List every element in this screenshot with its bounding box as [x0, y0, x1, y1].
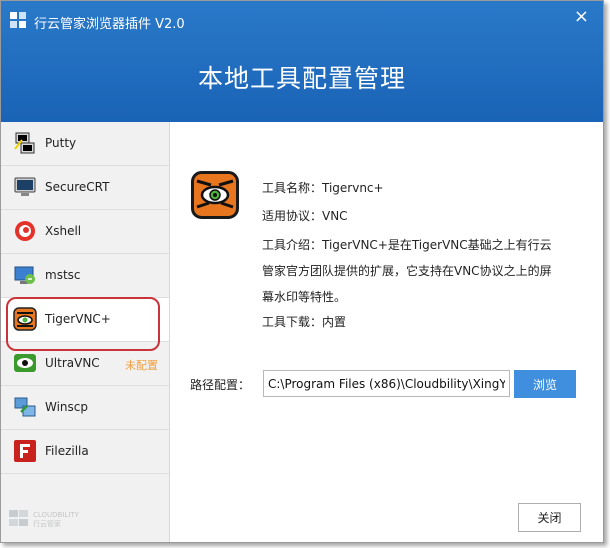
sidebar-item-label: Putty [45, 136, 77, 150]
sidebar-item-mstsc[interactable]: mstsc [1, 254, 169, 298]
filezilla-icon [14, 440, 36, 462]
app-logo-icon [10, 12, 26, 28]
sidebar-item-label: Filezilla [45, 444, 89, 458]
sidebar-item-label: SecureCRT [45, 180, 110, 194]
svg-text:行云管家: 行云管家 [33, 519, 61, 528]
status-badge: 未配置 [125, 359, 158, 372]
sidebar-item-winscp[interactable]: Winscp [1, 386, 169, 430]
close-icon[interactable]: × [574, 6, 589, 27]
svg-text:CLOUDBILITY: CLOUDBILITY [33, 511, 80, 519]
sidebar-item-filezilla[interactable]: Filezilla [1, 430, 169, 474]
tigervnc-large-icon [191, 171, 239, 219]
tool-name: 工具名称：Tigervnc+ [262, 181, 384, 195]
sidebar-item-putty[interactable]: Putty [1, 122, 169, 166]
cloudbility-logo-icon: CLOUDBILITY 行云管家 [9, 510, 80, 528]
path-config-label: 路径配置： [190, 378, 251, 392]
sidebar-item-securecrt[interactable]: SecureCRT [1, 166, 169, 210]
browse-button[interactable]: 浏览 [514, 370, 576, 398]
close-button[interactable]: 关闭 [518, 503, 581, 532]
title-bar: 行云管家浏览器插件 V2.0 × 本地工具配置管理 [1, 1, 603, 122]
sidebar-item-label: mstsc [45, 268, 81, 282]
putty-icon [14, 132, 35, 154]
sidebar-item-label: Winscp [45, 400, 89, 414]
winscp-icon [14, 397, 36, 417]
sidebar-item-xshell[interactable]: Xshell [1, 210, 169, 254]
mstsc-icon [14, 266, 35, 284]
tool-protocol: 适用协议：VNC [262, 209, 348, 223]
ultravnc-icon [14, 354, 36, 372]
securecrt-icon [14, 177, 36, 196]
sidebar-item-label: Xshell [45, 224, 82, 238]
path-input[interactable] [263, 370, 510, 397]
selection-highlight-outline [6, 297, 160, 351]
sidebar-item-label: UltraVNC [45, 356, 100, 370]
tool-download: 工具下载：内置 [262, 315, 347, 329]
xshell-icon [15, 221, 35, 241]
tool-description: 工具介绍：TigerVNC+是在TigerVNC基础之上有行云管家官方团队提供的… [262, 238, 552, 304]
plugin-window: 行云管家浏览器插件 V2.0 × 本地工具配置管理 Putty SecureCR… [0, 0, 604, 543]
window-title: 行云管家浏览器插件 V2.0 [34, 17, 185, 32]
page-banner-title: 本地工具配置管理 [197, 64, 406, 93]
